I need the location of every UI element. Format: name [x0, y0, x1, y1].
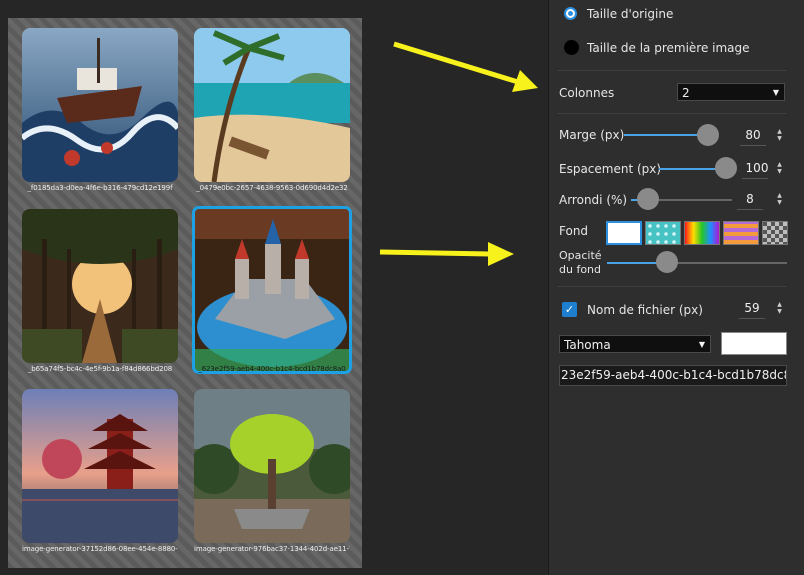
caption-5: image-generator-37152d86-08ee-454e-8880-…: [22, 545, 178, 553]
caption-1: _f0185da3-d0ea-4f6e-b316-479cd12e199f: [27, 184, 173, 192]
pagoda-image: [22, 389, 178, 543]
annotation-arrow-middle: [379, 242, 514, 266]
thumbnail-castle[interactable]: [192, 206, 352, 374]
chevron-down-icon: ▼: [698, 340, 705, 349]
swatch-teal-dots[interactable]: [645, 221, 681, 245]
font-select[interactable]: Tahoma ▼: [559, 335, 711, 353]
label-background: Fond: [559, 224, 589, 238]
settings-panel: Taille d'origine Taille de la première i…: [548, 0, 804, 575]
annotation-arrow-top: [393, 41, 538, 92]
label-filename: Nom de fichier (px): [587, 303, 703, 317]
filename-text-field[interactable]: 23e2f59-aeb4-400c-b1c4-bcd1b78dc8a0: [559, 365, 787, 386]
filename-size-value[interactable]: 59: [739, 301, 765, 315]
columns-value: 2: [682, 86, 690, 100]
opacity-slider-fill: [607, 262, 662, 264]
caption-6: image-generator-976bac37-1344-402d-ae11-…: [194, 545, 350, 553]
rounding-value[interactable]: 8: [737, 192, 763, 206]
margin-slider-handle[interactable]: [697, 124, 719, 146]
thumbnail-alley[interactable]: [22, 209, 178, 363]
swatch-white[interactable]: [606, 221, 642, 245]
opacity-slider-handle[interactable]: [656, 251, 678, 273]
opacity-slider-track: [677, 262, 787, 264]
alley-image: [22, 209, 178, 363]
label-margin: Marge (px): [559, 128, 625, 142]
thumbnail-ship[interactable]: [22, 28, 178, 182]
separator: [557, 113, 787, 114]
margin-spinner[interactable]: ▲ ▼: [775, 128, 784, 142]
thumbnail-beach[interactable]: [194, 28, 350, 182]
filename-size-underline: [739, 318, 765, 319]
spacing-spinner[interactable]: ▲ ▼: [775, 161, 784, 175]
bonsai-image: [194, 389, 350, 543]
font-value: Tahoma: [564, 338, 611, 352]
label-spacing: Espacement (px): [559, 162, 662, 176]
margin-value[interactable]: 80: [740, 128, 766, 142]
caption-2: _0479e0bc-2657-4638-9563-0d690d4d2e32: [196, 184, 348, 192]
rounding-underline: [737, 209, 763, 210]
separator: [557, 70, 787, 71]
castle-image: [195, 209, 349, 371]
label-first-image-size: Taille de la première image: [587, 41, 750, 55]
filename-checkbox[interactable]: ✓: [562, 302, 577, 317]
label-opacity-line1: Opacité: [559, 249, 602, 262]
thumbnail-bonsai[interactable]: [194, 389, 350, 543]
rounding-spinner[interactable]: ▲ ▼: [775, 192, 784, 206]
columns-select[interactable]: 2 ▼: [677, 83, 785, 101]
label-opacity-line2: du fond: [559, 263, 602, 276]
radio-first-image-size[interactable]: [564, 40, 579, 55]
thumbnail-pagoda[interactable]: [22, 389, 178, 543]
swatch-rainbow[interactable]: [684, 221, 720, 245]
spacing-underline: [742, 178, 768, 179]
caption-4: _623e2f59-aeb4-400c-b1c4-bcd1b78dc8a0: [198, 365, 346, 373]
rounding-slider-track: [657, 199, 732, 201]
spacing-slider-handle[interactable]: [715, 157, 737, 179]
caption-3: _b65a74f5-bc4c-4e5f-9b1a-f84d866bd208: [27, 365, 173, 373]
font-color-swatch[interactable]: [721, 332, 787, 355]
separator: [557, 286, 787, 287]
ship-image: [22, 28, 178, 182]
label-original-size: Taille d'origine: [587, 7, 674, 21]
swatch-transparent[interactable]: [762, 221, 788, 245]
workspace: _f0185da3-d0ea-4f6e-b316-479cd12e199f _0…: [0, 0, 548, 575]
margin-underline: [740, 145, 766, 146]
contact-sheet-preview: _f0185da3-d0ea-4f6e-b316-479cd12e199f _0…: [8, 18, 362, 568]
radio-original-size[interactable]: [564, 7, 577, 20]
label-columns: Colonnes: [559, 86, 615, 100]
filename-text-value: 23e2f59-aeb4-400c-b1c4-bcd1b78dc8a0: [561, 368, 787, 382]
swatch-stripes[interactable]: [723, 221, 759, 245]
rounding-slider-handle[interactable]: [637, 188, 659, 210]
label-rounding: Arrondi (%): [559, 193, 628, 207]
filename-size-spinner[interactable]: ▲ ▼: [775, 301, 784, 315]
spacing-value[interactable]: 100: [744, 161, 770, 175]
chevron-down-icon: ▼: [772, 88, 779, 97]
beach-image: [194, 28, 350, 182]
